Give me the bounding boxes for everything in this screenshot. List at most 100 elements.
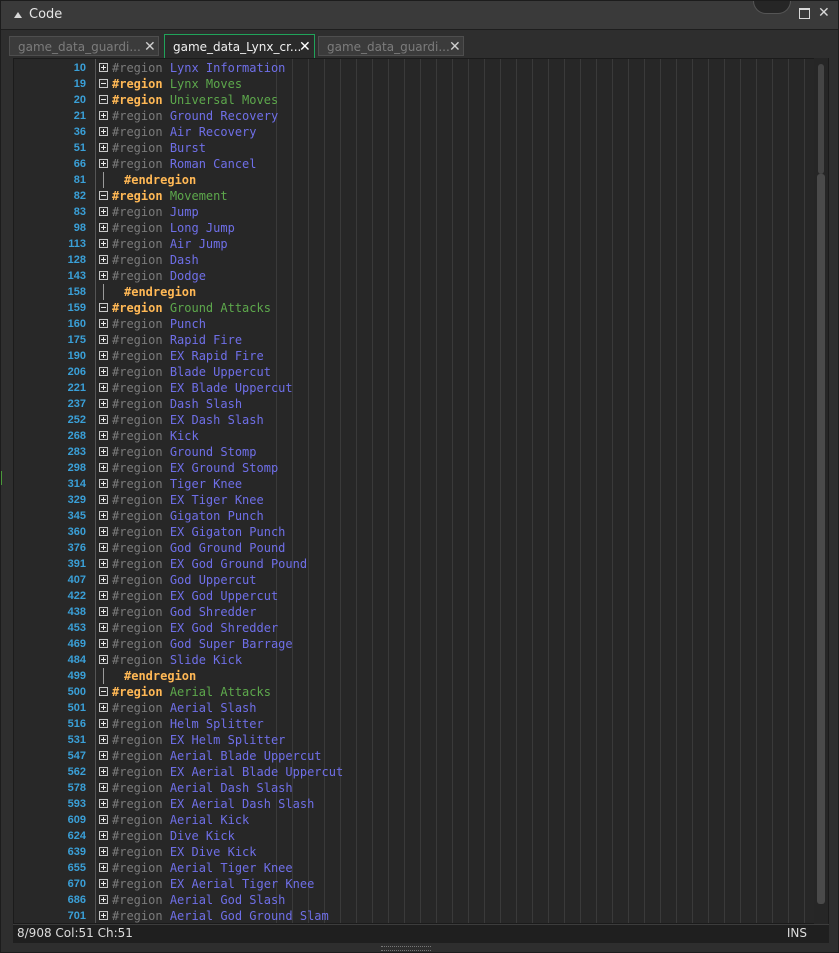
expand-region-icon[interactable] bbox=[99, 223, 108, 232]
expand-region-icon[interactable] bbox=[99, 63, 108, 72]
tab-close-icon[interactable]: ✕ bbox=[144, 39, 156, 55]
code-line[interactable]: 578 #region Aerial Dash Slash bbox=[14, 780, 828, 796]
code-line[interactable]: 547 #region Aerial Blade Uppercut bbox=[14, 748, 828, 764]
expand-region-icon[interactable] bbox=[99, 623, 108, 632]
code-line[interactable]: 283 #region Ground Stomp bbox=[14, 444, 828, 460]
expand-region-icon[interactable] bbox=[99, 159, 108, 168]
code-line[interactable]: 484 #region Slide Kick bbox=[14, 652, 828, 668]
code-line[interactable]: 66 #region Roman Cancel bbox=[14, 156, 828, 172]
collapse-region-icon[interactable] bbox=[99, 79, 108, 88]
collapse-arrow-icon[interactable] bbox=[14, 12, 22, 18]
code-line[interactable]: 314 #region Tiger Knee bbox=[14, 476, 828, 492]
code-line[interactable]: 499 #endregion bbox=[14, 668, 828, 684]
expand-region-icon[interactable] bbox=[99, 399, 108, 408]
expand-region-icon[interactable] bbox=[99, 815, 108, 824]
code-line[interactable]: 407 #region God Uppercut bbox=[14, 572, 828, 588]
expand-region-icon[interactable] bbox=[99, 479, 108, 488]
code-line[interactable]: 190 #region EX Rapid Fire bbox=[14, 348, 828, 364]
expand-region-icon[interactable] bbox=[99, 527, 108, 536]
expand-region-icon[interactable] bbox=[99, 639, 108, 648]
expand-region-icon[interactable] bbox=[99, 847, 108, 856]
code-line[interactable]: 252 #region EX Dash Slash bbox=[14, 412, 828, 428]
code-line[interactable]: 345 #region Gigaton Punch bbox=[14, 508, 828, 524]
code-line[interactable]: 221 #region EX Blade Uppercut bbox=[14, 380, 828, 396]
code-line[interactable]: 81 #endregion bbox=[14, 172, 828, 188]
code-line[interactable]: 360 #region EX Gigaton Punch bbox=[14, 524, 828, 540]
code-line[interactable]: 624 #region Dive Kick bbox=[14, 828, 828, 844]
code-line[interactable]: 501 #region Aerial Slash bbox=[14, 700, 828, 716]
code-line[interactable]: 51 #region Burst bbox=[14, 140, 828, 156]
code-line[interactable]: 160 #region Punch bbox=[14, 316, 828, 332]
expand-region-icon[interactable] bbox=[99, 335, 108, 344]
expand-region-icon[interactable] bbox=[99, 863, 108, 872]
collapse-region-icon[interactable] bbox=[99, 95, 108, 104]
collapse-region-icon[interactable] bbox=[99, 191, 108, 200]
expand-region-icon[interactable] bbox=[99, 607, 108, 616]
code-line[interactable]: 422 #region EX God Uppercut bbox=[14, 588, 828, 604]
code-line[interactable]: 36 #region Air Recovery bbox=[14, 124, 828, 140]
scrollbar-thumb[interactable] bbox=[817, 174, 825, 904]
expand-region-icon[interactable] bbox=[99, 351, 108, 360]
resize-grip[interactable] bbox=[381, 946, 431, 951]
expand-region-icon[interactable] bbox=[99, 383, 108, 392]
expand-region-icon[interactable] bbox=[99, 495, 108, 504]
expand-region-icon[interactable] bbox=[99, 719, 108, 728]
expand-region-icon[interactable] bbox=[99, 207, 108, 216]
expand-region-icon[interactable] bbox=[99, 319, 108, 328]
code-line[interactable]: 531 #region EX Helm Splitter bbox=[14, 732, 828, 748]
expand-region-icon[interactable] bbox=[99, 463, 108, 472]
code-line[interactable]: 98 #region Long Jump bbox=[14, 220, 828, 236]
code-line[interactable]: 82 #region Movement bbox=[14, 188, 828, 204]
code-line[interactable]: 268 #region Kick bbox=[14, 428, 828, 444]
expand-region-icon[interactable] bbox=[99, 799, 108, 808]
code-line[interactable]: 113 #region Air Jump bbox=[14, 236, 828, 252]
code-line[interactable]: 516 #region Helm Splitter bbox=[14, 716, 828, 732]
code-line[interactable]: 453 #region EX God Shredder bbox=[14, 620, 828, 636]
code-line[interactable]: 655 #region Aerial Tiger Knee bbox=[14, 860, 828, 876]
code-line[interactable]: 19 #region Lynx Moves bbox=[14, 76, 828, 92]
expand-region-icon[interactable] bbox=[99, 111, 108, 120]
code-line[interactable]: 143 #region Dodge bbox=[14, 268, 828, 284]
code-line[interactable]: 298 #region EX Ground Stomp bbox=[14, 460, 828, 476]
expand-region-icon[interactable] bbox=[99, 703, 108, 712]
close-icon[interactable]: ✕ bbox=[818, 6, 830, 20]
expand-region-icon[interactable] bbox=[99, 511, 108, 520]
code-line[interactable]: 21 #region Ground Recovery bbox=[14, 108, 828, 124]
maximize-icon[interactable] bbox=[799, 8, 810, 19]
code-line[interactable]: 562 #region EX Aerial Blade Uppercut bbox=[14, 764, 828, 780]
expand-region-icon[interactable] bbox=[99, 431, 108, 440]
code-line[interactable]: 128 #region Dash bbox=[14, 252, 828, 268]
code-line[interactable]: 159 #region Ground Attacks bbox=[14, 300, 828, 316]
collapse-region-icon[interactable] bbox=[99, 303, 108, 312]
expand-region-icon[interactable] bbox=[99, 255, 108, 264]
insert-mode-indicator[interactable]: INS bbox=[787, 926, 807, 940]
code-line[interactable]: 391 #region EX God Ground Pound bbox=[14, 556, 828, 572]
expand-region-icon[interactable] bbox=[99, 751, 108, 760]
code-line[interactable]: 376 #region God Ground Pound bbox=[14, 540, 828, 556]
expand-region-icon[interactable] bbox=[99, 559, 108, 568]
expand-region-icon[interactable] bbox=[99, 271, 108, 280]
code-line[interactable]: 500 #region Aerial Attacks bbox=[14, 684, 828, 700]
expand-region-icon[interactable] bbox=[99, 415, 108, 424]
code-line[interactable]: 670 #region EX Aerial Tiger Knee bbox=[14, 876, 828, 892]
vertical-scrollbar[interactable] bbox=[814, 58, 828, 924]
code-line[interactable]: 469 #region God Super Barrage bbox=[14, 636, 828, 652]
code-line[interactable]: 686 #region Aerial God Slash bbox=[14, 892, 828, 908]
code-line[interactable]: 20 #region Universal Moves bbox=[14, 92, 828, 108]
tab-game-data-guardian-1[interactable]: game_data_guardi... ✕ bbox=[9, 36, 159, 56]
code-line[interactable]: 609 #region Aerial Kick bbox=[14, 812, 828, 828]
tab-game-data-guardian-2[interactable]: game_data_guardi... ✕ bbox=[318, 36, 464, 56]
expand-region-icon[interactable] bbox=[99, 767, 108, 776]
code-line[interactable]: 158 #endregion bbox=[14, 284, 828, 300]
code-line[interactable]: 175 #region Rapid Fire bbox=[14, 332, 828, 348]
code-line[interactable]: 701 #region Aerial God Ground Slam bbox=[14, 908, 828, 923]
expand-region-icon[interactable] bbox=[99, 127, 108, 136]
tab-close-icon[interactable]: ✕ bbox=[299, 39, 311, 55]
code-line[interactable]: 593 #region EX Aerial Dash Slash bbox=[14, 796, 828, 812]
expand-region-icon[interactable] bbox=[99, 575, 108, 584]
code-line[interactable]: 206 #region Blade Uppercut bbox=[14, 364, 828, 380]
expand-region-icon[interactable] bbox=[99, 895, 108, 904]
expand-region-icon[interactable] bbox=[99, 239, 108, 248]
expand-region-icon[interactable] bbox=[99, 143, 108, 152]
code-line[interactable]: 10 #region Lynx Information bbox=[14, 60, 828, 76]
